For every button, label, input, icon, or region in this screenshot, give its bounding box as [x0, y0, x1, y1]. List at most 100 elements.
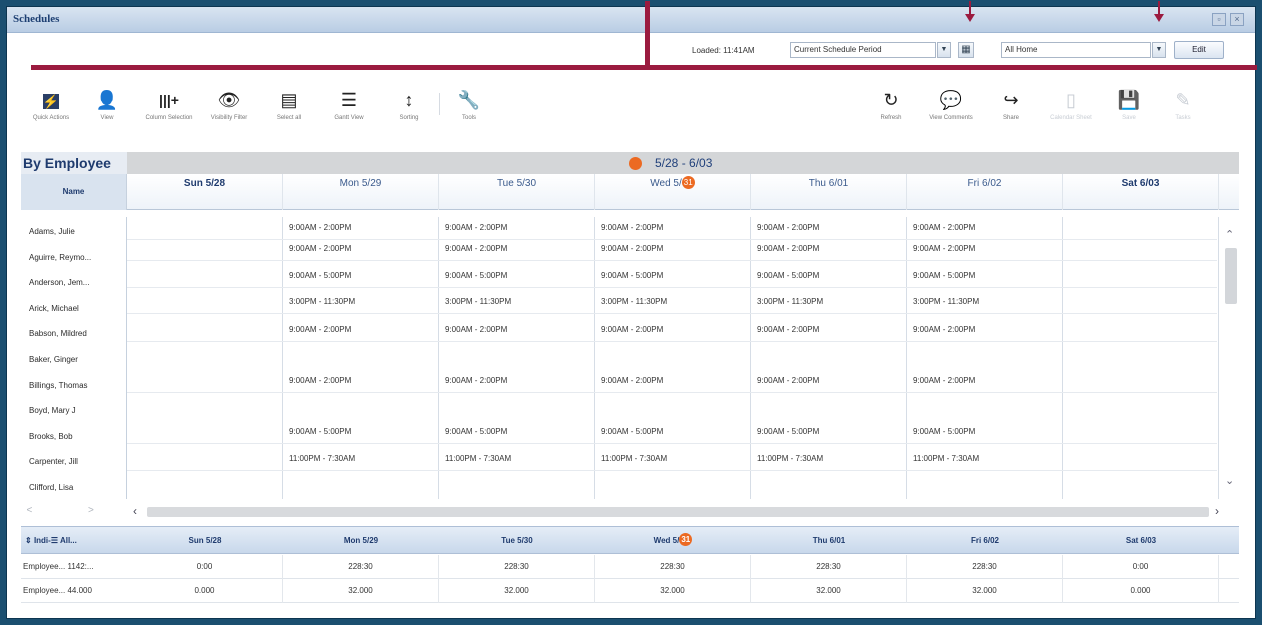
- employee-name[interactable]: Baker, Ginger: [29, 355, 78, 364]
- shift-cell[interactable]: 9:00AM - 5:00PM: [601, 271, 663, 280]
- day-header-fri[interactable]: Fri 6/02: [907, 174, 1063, 210]
- shift-cell[interactable]: 9:00AM - 2:00PM: [757, 376, 819, 385]
- summary-day-header-tue[interactable]: Tue 5/30: [439, 527, 595, 555]
- employee-name[interactable]: Boyd, Mary J: [29, 406, 76, 415]
- shift-cell[interactable]: 9:00AM - 2:00PM: [913, 376, 975, 385]
- quick-actions-button[interactable]: ⚡ Quick Actions: [25, 89, 77, 122]
- summary-day-header-wed[interactable]: Wed 5/31: [595, 527, 751, 555]
- summary-day-header-sun[interactable]: Sun 5/28: [127, 527, 283, 555]
- summary-day-header-thu[interactable]: Thu 6/01: [751, 527, 907, 555]
- shift-cell[interactable]: 3:00PM - 11:30PM: [913, 297, 979, 306]
- shift-cell[interactable]: 9:00AM - 2:00PM: [757, 325, 819, 334]
- shift-cell[interactable]: 9:00AM - 2:00PM: [445, 223, 507, 232]
- shift-cell[interactable]: 9:00AM - 5:00PM: [601, 427, 663, 436]
- chevron-left-icon[interactable]: ‹: [133, 504, 137, 518]
- shift-cell[interactable]: 11:00PM - 7:30AM: [913, 454, 979, 463]
- maximize-icon[interactable]: ▫: [1212, 13, 1226, 26]
- save-button[interactable]: 💾 Save: [1103, 89, 1155, 122]
- shift-cell[interactable]: 3:00PM - 11:30PM: [445, 297, 511, 306]
- tools-button[interactable]: 🔧 Tools: [443, 89, 495, 122]
- shift-cell[interactable]: 9:00AM - 5:00PM: [445, 427, 507, 436]
- employee-name[interactable]: Clifford, Lisa: [29, 483, 73, 492]
- shift-cell[interactable]: 9:00AM - 2:00PM: [289, 325, 351, 334]
- day-header-tue[interactable]: Tue 5/30: [439, 174, 595, 210]
- shift-cell[interactable]: 9:00AM - 2:00PM: [289, 376, 351, 385]
- shift-cell[interactable]: 9:00AM - 2:00PM: [445, 325, 507, 334]
- sorting-button[interactable]: ↕ Sorting: [383, 89, 435, 122]
- visibility-filter-button[interactable]: 👁 Visibility Filter: [203, 89, 255, 122]
- shift-cell[interactable]: 9:00AM - 2:00PM: [913, 325, 975, 334]
- shift-cell[interactable]: 11:00PM - 7:30AM: [445, 454, 511, 463]
- sort-toggle-icon[interactable]: ⇕: [25, 536, 34, 545]
- menu-icon[interactable]: ☰: [51, 536, 60, 545]
- chevron-down-icon[interactable]: ⌄: [1225, 474, 1234, 487]
- vertical-scroll-thumb[interactable]: [1225, 248, 1237, 304]
- shift-cell[interactable]: 9:00AM - 2:00PM: [445, 376, 507, 385]
- employee-name[interactable]: Carpenter, Jill: [29, 457, 78, 466]
- shift-cell[interactable]: 11:00PM - 7:30AM: [289, 454, 355, 463]
- employee-name[interactable]: Anderson, Jem...: [29, 278, 89, 287]
- shift-cell[interactable]: 9:00AM - 5:00PM: [445, 271, 507, 280]
- shift-cell[interactable]: 9:00AM - 5:00PM: [913, 271, 975, 280]
- day-header-wed[interactable]: Wed 5/31: [595, 174, 751, 210]
- calendar-sheet-button[interactable]: ▯ Calendar Sheet: [1045, 89, 1097, 122]
- shift-cell[interactable]: 9:00AM - 2:00PM: [913, 244, 975, 253]
- refresh-button[interactable]: ↻ Refresh: [865, 89, 917, 122]
- view-comments-button[interactable]: 💬 View Comments: [925, 89, 977, 122]
- employee-name[interactable]: Brooks, Bob: [29, 432, 73, 441]
- employee-name[interactable]: Aguirre, Reymo...: [29, 253, 91, 262]
- shift-cell[interactable]: 9:00AM - 2:00PM: [445, 244, 507, 253]
- column-selection-button[interactable]: |||+ Column Selection: [143, 89, 195, 122]
- summary-day-header-sat[interactable]: Sat 6/03: [1063, 527, 1219, 555]
- chevron-right-icon[interactable]: ›: [1215, 504, 1219, 518]
- horizontal-scrollbar[interactable]: [147, 507, 1209, 517]
- by-employee-heading[interactable]: By Employee: [21, 152, 127, 174]
- shift-cell[interactable]: 9:00AM - 2:00PM: [601, 244, 663, 253]
- day-header-thu[interactable]: Thu 6/01: [751, 174, 907, 210]
- gantt-view-button[interactable]: ☰ Gantt View: [323, 89, 375, 122]
- shift-cell[interactable]: 9:00AM - 5:00PM: [757, 427, 819, 436]
- day-header-sat[interactable]: Sat 6/03: [1063, 174, 1219, 210]
- employee-name[interactable]: Arick, Michael: [29, 304, 79, 313]
- shift-cell[interactable]: 9:00AM - 2:00PM: [913, 223, 975, 232]
- shift-cell[interactable]: 9:00AM - 2:00PM: [601, 325, 663, 334]
- summary-day-header-fri[interactable]: Fri 6/02: [907, 527, 1063, 555]
- period-select[interactable]: Current Schedule Period: [790, 42, 936, 58]
- period-dropdown-icon[interactable]: ▼: [937, 42, 951, 58]
- name-column-header[interactable]: Name: [21, 174, 127, 210]
- calendar-icon[interactable]: ▦: [958, 42, 974, 58]
- location-select[interactable]: All Home: [1001, 42, 1151, 58]
- shift-cell[interactable]: 11:00PM - 7:30AM: [757, 454, 823, 463]
- shift-cell[interactable]: 11:00PM - 7:30AM: [601, 454, 667, 463]
- day-header-mon[interactable]: Mon 5/29: [283, 174, 439, 210]
- location-dropdown-icon[interactable]: ▼: [1152, 42, 1166, 58]
- tasks-button[interactable]: ✎ Tasks: [1157, 89, 1209, 122]
- shift-cell[interactable]: 9:00AM - 2:00PM: [289, 244, 351, 253]
- employee-name[interactable]: Adams, Julie: [29, 227, 75, 236]
- vertical-scrollbar[interactable]: ⌃ ⌄: [1223, 222, 1239, 499]
- chevron-up-icon[interactable]: ⌃: [1225, 228, 1234, 241]
- summary-label-header[interactable]: ⇕ Indi-☰ All...: [21, 527, 127, 555]
- shift-cell[interactable]: 9:00AM - 2:00PM: [601, 376, 663, 385]
- shift-cell[interactable]: 9:00AM - 2:00PM: [601, 223, 663, 232]
- shift-cell[interactable]: 3:00PM - 11:30PM: [289, 297, 355, 306]
- shift-cell[interactable]: 3:00PM - 11:30PM: [601, 297, 667, 306]
- shift-cell[interactable]: 9:00AM - 5:00PM: [913, 427, 975, 436]
- edit-button[interactable]: Edit: [1174, 41, 1224, 59]
- shift-cell[interactable]: 9:00AM - 2:00PM: [757, 223, 819, 232]
- shift-cell[interactable]: 9:00AM - 5:00PM: [289, 271, 351, 280]
- employee-name[interactable]: Babson, Mildred: [29, 329, 87, 338]
- day-header-sun[interactable]: Sun 5/28: [127, 174, 283, 210]
- select-all-button[interactable]: ▤ Select all: [263, 89, 315, 122]
- view-button[interactable]: 👤 View: [81, 89, 133, 122]
- close-icon[interactable]: ×: [1230, 13, 1244, 26]
- employee-name[interactable]: Billings, Thomas: [29, 381, 88, 390]
- shift-cell[interactable]: 9:00AM - 2:00PM: [289, 223, 351, 232]
- shift-cell[interactable]: 9:00AM - 5:00PM: [757, 271, 819, 280]
- share-button[interactable]: ↪ Share: [985, 89, 1037, 122]
- shift-cell[interactable]: 3:00PM - 11:30PM: [757, 297, 823, 306]
- shift-cell[interactable]: 9:00AM - 5:00PM: [289, 427, 351, 436]
- name-column-scroll[interactable]: < >: [21, 505, 127, 519]
- shift-cell[interactable]: 9:00AM - 2:00PM: [757, 244, 819, 253]
- summary-day-header-mon[interactable]: Mon 5/29: [283, 527, 439, 555]
